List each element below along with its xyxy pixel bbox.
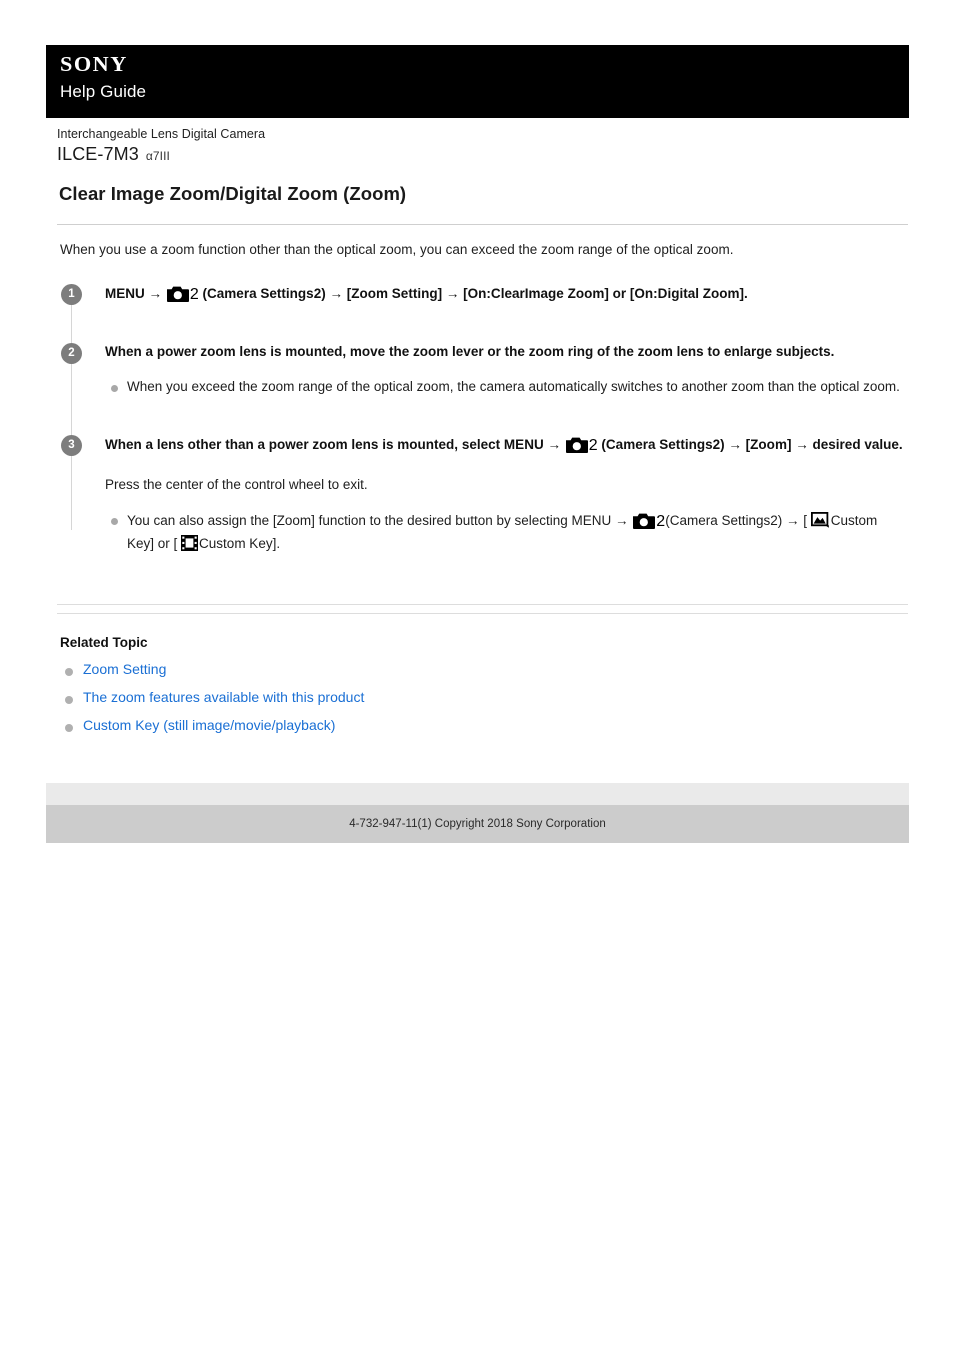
step-1-text-before-icon: MENU → bbox=[105, 286, 163, 302]
camera-settings-icon-group: 2 bbox=[565, 434, 598, 459]
copyright-text: 4-732-947-11(1) Copyright 2018 Sony Corp… bbox=[349, 818, 606, 830]
bullet-text-after-icon: (Camera Settings2) → [ bbox=[665, 512, 807, 528]
step-list: 1 MENU → 2 (Camera Settings2) → [Zoom Se… bbox=[57, 283, 908, 554]
footer-top-band bbox=[46, 783, 909, 805]
page-footer: 4-732-947-11(1) Copyright 2018 Sony Corp… bbox=[46, 783, 909, 843]
product-model-row: ILCE-7M3 α7III bbox=[57, 144, 657, 165]
step-1-text-after-icon: (Camera Settings2) → [Zoom Setting] → [O… bbox=[202, 286, 748, 302]
camera-settings-icon bbox=[166, 285, 189, 303]
step-3-text: When a lens other than a power zoom lens… bbox=[105, 434, 908, 459]
intro-paragraph: When you use a zoom function other than … bbox=[60, 242, 734, 258]
product-category: Interchangeable Lens Digital Camera bbox=[57, 127, 266, 141]
list-item: Custom Key (still image/movie/playback) bbox=[57, 717, 908, 735]
camera-settings-icon-group: 2 bbox=[632, 510, 665, 534]
step-3: 3 When a lens other than a power zoom le… bbox=[57, 434, 908, 555]
step-number-badge: 2 bbox=[61, 343, 82, 365]
list-item: You can also assign the [Zoom] function … bbox=[105, 510, 908, 555]
footer-bottom-band: 4-732-947-11(1) Copyright 2018 Sony Corp… bbox=[46, 805, 909, 843]
page-title: Clear Image Zoom/Digital Zoom (Zoom) bbox=[59, 183, 407, 204]
related-link-zoom-setting[interactable]: Zoom Setting bbox=[83, 661, 166, 677]
camera-settings-icon-number: 2 bbox=[588, 436, 598, 454]
related-divider-top bbox=[57, 604, 908, 606]
step-number-badge: 1 bbox=[61, 284, 82, 306]
step-3-bullets: You can also assign the [Zoom] function … bbox=[105, 510, 908, 555]
product-model: ILCE-7M3 bbox=[57, 144, 139, 165]
related-link-custom-key[interactable]: Custom Key (still image/movie/playback) bbox=[83, 717, 335, 733]
main-content: Clear Image Zoom/Digital Zoom (Zoom) Whe… bbox=[57, 182, 908, 745]
list-item: Zoom Setting bbox=[57, 661, 908, 679]
step-3-note: Press the center of the control wheel to… bbox=[105, 477, 368, 493]
bullet-text-before-icon: You can also assign the [Zoom] function … bbox=[127, 512, 629, 528]
step-3-text-after-icon: (Camera Settings2) → [Zoom] → desired va… bbox=[601, 436, 903, 452]
step-1-text: MENU → 2 (Camera Settings2) → [Zoom Sett… bbox=[105, 283, 908, 308]
camera-settings-icon bbox=[565, 436, 588, 453]
related-topic-section: Related Topic Zoom Setting The zoom feat… bbox=[57, 604, 908, 735]
product-info: Interchangeable Lens Digital Camera ILCE… bbox=[57, 125, 657, 165]
movie-icon bbox=[181, 534, 199, 551]
related-topic-heading: Related Topic bbox=[60, 635, 148, 651]
camera-settings-icon-number: 2 bbox=[656, 512, 666, 530]
step-number-badge: 3 bbox=[61, 434, 82, 456]
sony-logo: SONY bbox=[60, 52, 128, 76]
step-2: 2 When a power zoom lens is mounted, mov… bbox=[57, 342, 908, 397]
step-2-bullets: When you exceed the zoom range of the op… bbox=[105, 377, 908, 398]
still-image-icon bbox=[810, 511, 830, 528]
title-divider bbox=[57, 224, 908, 226]
camera-settings-icon bbox=[633, 512, 656, 529]
site-header: SONY Help Guide bbox=[46, 45, 909, 118]
step-2-text: When a power zoom lens is mounted, move … bbox=[105, 344, 835, 360]
related-link-zoom-features[interactable]: The zoom features available with this pr… bbox=[83, 689, 364, 705]
camera-settings-icon-number: 2 bbox=[189, 286, 199, 304]
product-alias: α7III bbox=[145, 149, 170, 164]
step-3-text-before-icon: When a lens other than a power zoom lens… bbox=[105, 436, 561, 452]
related-topic-list: Zoom Setting The zoom features available… bbox=[57, 661, 908, 735]
related-divider-bottom bbox=[57, 613, 908, 615]
list-item: When you exceed the zoom range of the op… bbox=[105, 377, 908, 398]
camera-settings-icon-group: 2 bbox=[166, 283, 199, 308]
bullet-text-end: Custom Key]. bbox=[199, 535, 281, 551]
list-item: The zoom features available with this pr… bbox=[57, 689, 908, 707]
step-1: 1 MENU → 2 (Camera Settings2) → [Zoom Se… bbox=[57, 283, 908, 308]
help-guide-title: Help Guide bbox=[60, 82, 147, 102]
